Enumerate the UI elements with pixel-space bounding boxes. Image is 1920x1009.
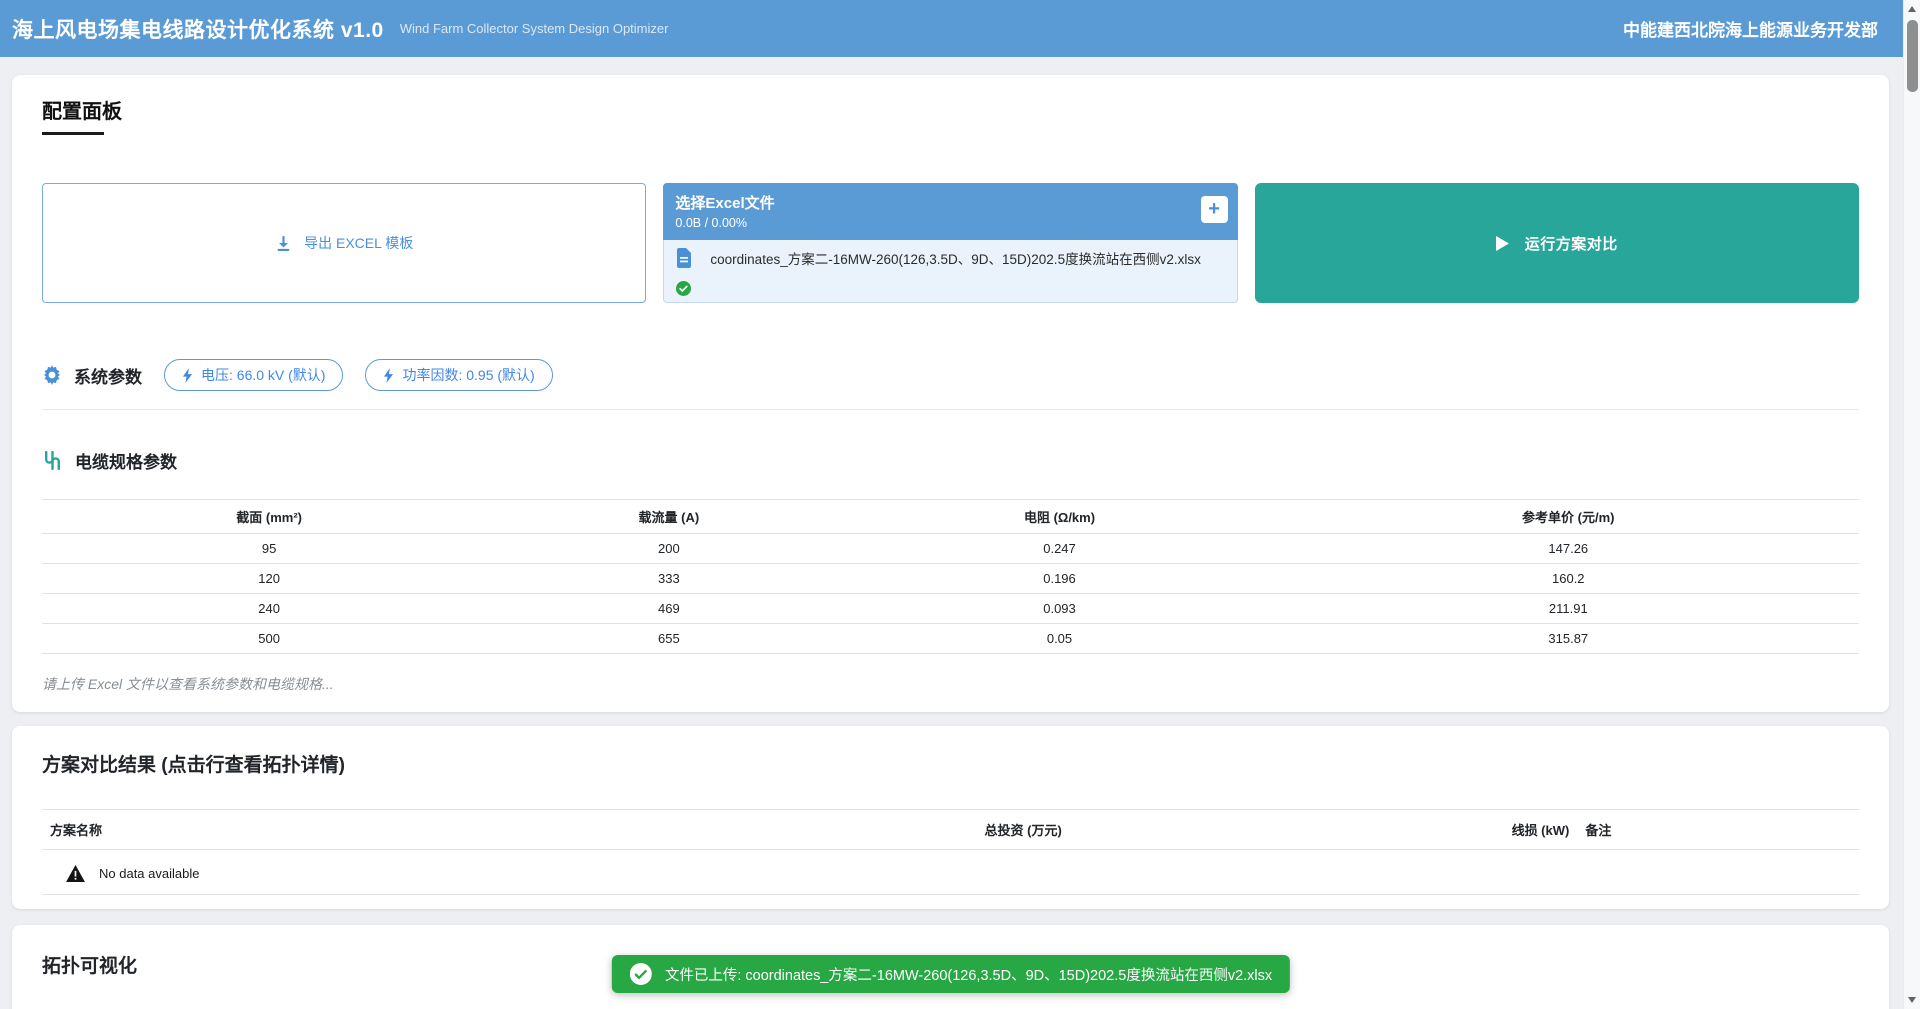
comparison-title: 方案对比结果 (点击行查看拓扑详情) (42, 750, 1859, 777)
run-button-label: 运行方案对比 (1525, 233, 1618, 254)
col-remark: 备注 (1577, 810, 1859, 850)
table-row[interactable]: 240 469 0.093 211.91 (42, 594, 1859, 624)
col-unit-price: 参考单价 (元/m) (1278, 500, 1859, 534)
comparison-table: 方案名称 总投资 (万元) 线损 (kW) 备注 (42, 809, 1859, 850)
table-row[interactable]: 95 200 0.247 147.26 (42, 534, 1859, 564)
no-data-row: No data available (42, 850, 1859, 895)
warning-icon (66, 865, 85, 882)
download-icon (275, 235, 292, 252)
table-row[interactable]: 500 655 0.05 315.87 (42, 624, 1859, 654)
cell: 200 (496, 534, 841, 564)
cell: 333 (496, 564, 841, 594)
app-header: 海上风电场集电线路设计优化系统 v1.0 Wind Farm Collector… (0, 0, 1920, 57)
scroll-down-arrow-icon[interactable] (1908, 997, 1916, 1003)
title-underline (42, 132, 104, 135)
upload-hint-note: 请上传 Excel 文件以查看系统参数和电缆规格... (42, 674, 1859, 694)
uploaded-file-name: coordinates_方案二-16MW-260(126,3.5D、9D、15D… (710, 248, 1200, 268)
upload-title: 选择Excel文件 (675, 192, 1225, 213)
section-divider (42, 409, 1859, 410)
cell: 655 (496, 624, 841, 654)
upload-header: 选择Excel文件 0.0B / 0.00% + (663, 183, 1237, 240)
cell: 240 (42, 594, 496, 624)
file-document-icon (676, 248, 692, 268)
voltage-chip[interactable]: 电压: 66.0 kV (默认) (164, 359, 343, 391)
col-ampacity: 载流量 (A) (496, 500, 841, 534)
app-subtitle: Wind Farm Collector System Design Optimi… (400, 21, 669, 36)
toast-check-icon (630, 963, 652, 985)
play-icon (1496, 236, 1509, 251)
cell: 315.87 (1278, 624, 1859, 654)
vertical-scrollbar[interactable] (1903, 0, 1920, 1009)
voltage-chip-label: 电压: 66.0 kV (默认) (201, 365, 325, 385)
cell: 500 (42, 624, 496, 654)
power-factor-chip-label: 功率因数: 0.95 (默认) (402, 365, 534, 385)
config-panel-title: 配置面板 (42, 95, 1859, 124)
col-section: 截面 (mm²) (42, 500, 496, 534)
cell: 95 (42, 534, 496, 564)
lightning-icon (182, 368, 193, 383)
export-button-label: 导出 EXCEL 模板 (304, 233, 413, 253)
comparison-results-card: 方案对比结果 (点击行查看拓扑详情) 方案名称 总投资 (万元) 线损 (kW)… (12, 726, 1889, 909)
cell: 0.247 (841, 534, 1277, 564)
cell: 0.05 (841, 624, 1277, 654)
cell: 469 (496, 594, 841, 624)
upload-progress-text: 0.0B / 0.00% (675, 216, 1225, 230)
excel-upload-widget: 选择Excel文件 0.0B / 0.00% + coordinates_方案二… (663, 183, 1237, 303)
col-line-loss: 线损 (kW) (1278, 810, 1578, 850)
scrollbar-thumb[interactable] (1907, 20, 1918, 92)
power-factor-chip[interactable]: 功率因数: 0.95 (默认) (365, 359, 552, 391)
scroll-up-arrow-icon[interactable] (1908, 6, 1916, 12)
system-params-row: 系统参数 电压: 66.0 kV (默认) 功率因数: 0.95 (默认) (42, 359, 1859, 391)
cable-table-header-row: 截面 (mm²) 载流量 (A) 电阻 (Ω/km) 参考单价 (元/m) (42, 500, 1859, 534)
cell: 160.2 (1278, 564, 1859, 594)
comparison-header-row: 方案名称 总投资 (万元) 线损 (kW) 备注 (42, 810, 1859, 850)
system-params-title: 系统参数 (74, 363, 142, 388)
cell: 147.26 (1278, 534, 1859, 564)
col-total-investment: 总投资 (万元) (769, 810, 1278, 850)
cable-specs-title: 电缆规格参数 (75, 448, 177, 473)
toast-text: 文件已上传: coordinates_方案二-16MW-260(126,3.5D… (665, 964, 1272, 985)
upload-success-check-icon (676, 281, 1224, 296)
app-title: 海上风电场集电线路设计优化系统 v1.0 (12, 14, 384, 44)
no-data-text: No data available (99, 866, 199, 881)
config-panel-card: 配置面板 导出 EXCEL 模板 选择Excel文件 0.0B / 0.00% … (12, 75, 1889, 712)
cell: 0.093 (841, 594, 1277, 624)
cable-specs-table: 截面 (mm²) 载流量 (A) 电阻 (Ω/km) 参考单价 (元/m) 95… (42, 499, 1859, 654)
main-content: 配置面板 导出 EXCEL 模板 选择Excel文件 0.0B / 0.00% … (0, 57, 1903, 1009)
run-comparison-button[interactable]: 运行方案对比 (1255, 183, 1859, 303)
col-scheme-name: 方案名称 (42, 810, 769, 850)
config-actions-row: 导出 EXCEL 模板 选择Excel文件 0.0B / 0.00% + coo… (42, 183, 1859, 303)
table-row[interactable]: 120 333 0.196 160.2 (42, 564, 1859, 594)
add-file-button[interactable]: + (1201, 196, 1228, 223)
gear-icon (42, 365, 62, 385)
cell: 0.196 (841, 564, 1277, 594)
cable-specs-header: 电缆规格参数 (42, 448, 1859, 473)
upload-success-toast: 文件已上传: coordinates_方案二-16MW-260(126,3.5D… (612, 955, 1290, 993)
col-resistance: 电阻 (Ω/km) (841, 500, 1277, 534)
cell: 211.91 (1278, 594, 1859, 624)
file-line: coordinates_方案二-16MW-260(126,3.5D、9D、15D… (676, 248, 1224, 268)
org-name: 中能建西北院海上能源业务开发部 (1623, 16, 1878, 41)
cell: 120 (42, 564, 496, 594)
lightning-icon (383, 368, 394, 383)
uploaded-file-row[interactable]: coordinates_方案二-16MW-260(126,3.5D、9D、15D… (663, 240, 1237, 303)
export-excel-template-button[interactable]: 导出 EXCEL 模板 (42, 183, 646, 303)
cable-icon (42, 451, 63, 470)
